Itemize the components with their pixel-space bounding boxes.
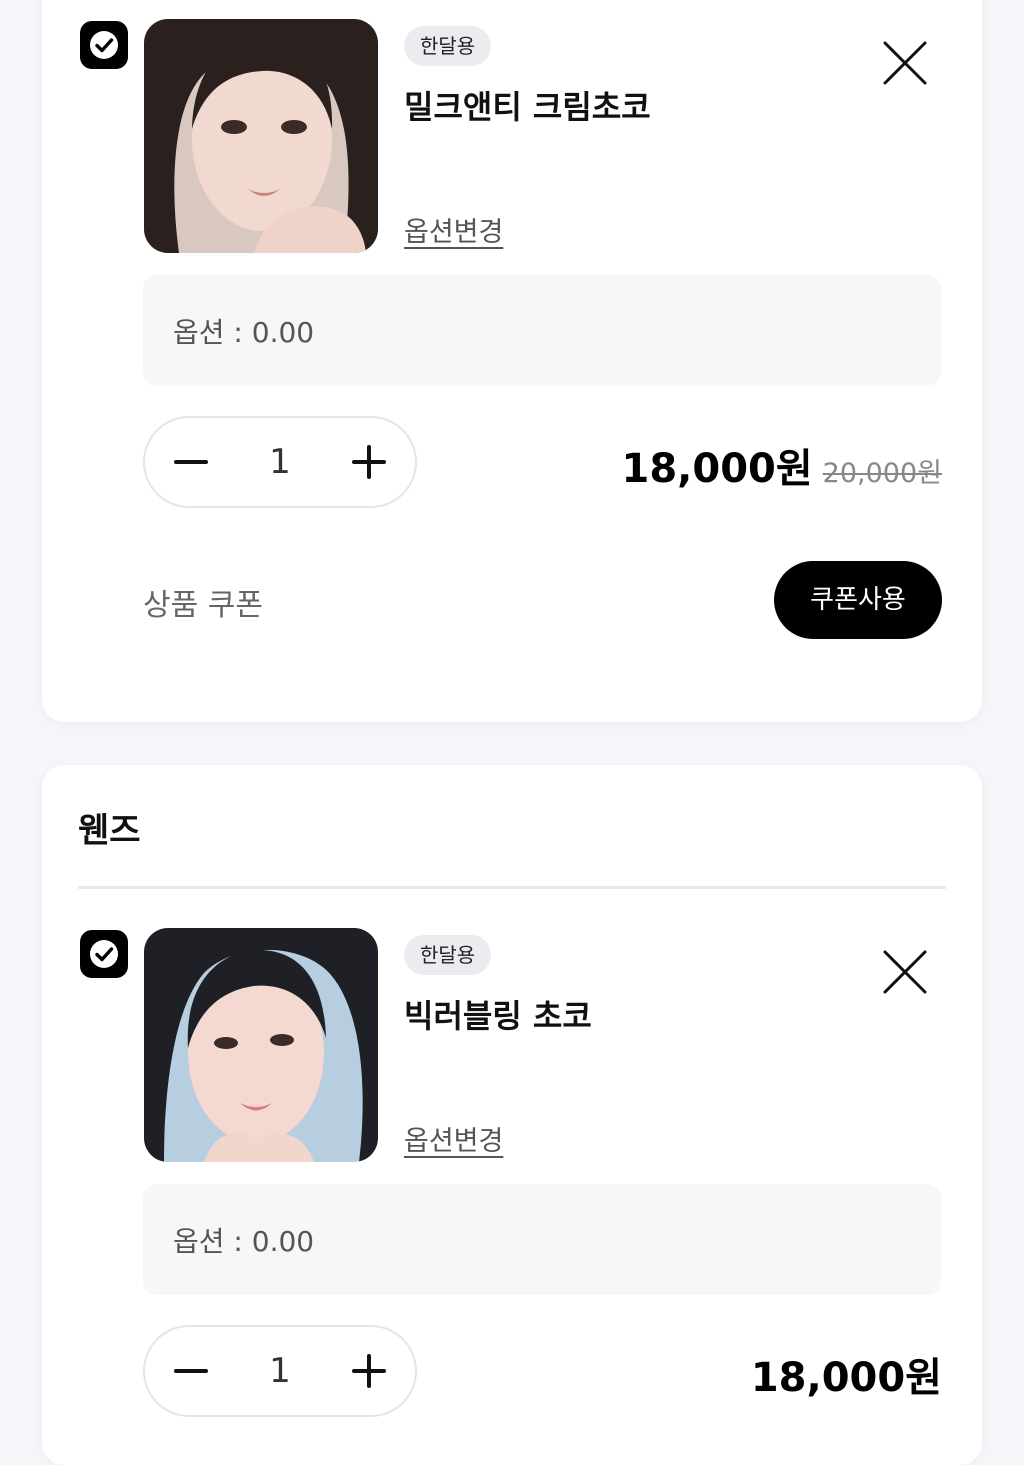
plus-icon — [352, 445, 386, 479]
quantity-stepper: 1 — [143, 1325, 417, 1417]
sale-price: 18,000원 — [750, 1355, 942, 1401]
price-group: 18,000원 20,000원 — [622, 436, 942, 494]
option-change-link[interactable]: 옵션변경 — [404, 210, 503, 249]
close-icon — [883, 950, 927, 994]
product-image[interactable] — [144, 19, 378, 253]
price-group: 18,000원 — [751, 1345, 942, 1403]
option-text: 옵션 : 0.00 — [173, 1224, 315, 1258]
remove-item-button[interactable] — [882, 949, 928, 995]
plus-icon — [352, 1354, 386, 1388]
check-icon — [90, 940, 118, 968]
section-title: 웬즈 — [78, 811, 141, 851]
remove-item-button[interactable] — [882, 40, 928, 86]
product-image[interactable] — [144, 928, 378, 1162]
product-coupon-label: 상품 쿠폰 — [143, 588, 263, 623]
cart-item-card: 한달용 밀크앤티 크림초코 옵션변경 옵션 : 0.00 1 18,000원 2… — [42, 0, 982, 722]
option-summary: 옵션 : 0.00 — [143, 1184, 941, 1295]
period-badge: 한달용 — [404, 26, 492, 66]
use-coupon-button[interactable]: 쿠폰사용 — [774, 561, 942, 639]
product-name: 밀크앤티 크림초코 — [404, 88, 651, 126]
increase-quantity-button[interactable] — [329, 1327, 409, 1415]
section-divider — [78, 886, 946, 889]
item-checkbox[interactable] — [80, 930, 128, 978]
period-badge: 한달용 — [404, 935, 492, 975]
increase-quantity-button[interactable] — [329, 418, 409, 506]
original-price: 20,000원 — [822, 458, 942, 489]
option-text: 옵션 : 0.00 — [173, 315, 315, 349]
sale-price: 18,000원 — [621, 446, 813, 492]
quantity-stepper: 1 — [143, 416, 417, 508]
lens-section-card: 웬즈 한달용 빅러블링 초코 옵션변경 옵션 : 0.00 1 18,000원 — [42, 765, 982, 1465]
check-icon — [90, 31, 118, 59]
product-name: 빅러블링 초코 — [404, 997, 592, 1035]
close-icon — [883, 41, 927, 85]
option-change-link[interactable]: 옵션변경 — [404, 1119, 503, 1158]
option-summary: 옵션 : 0.00 — [143, 275, 941, 386]
item-checkbox[interactable] — [80, 21, 128, 69]
